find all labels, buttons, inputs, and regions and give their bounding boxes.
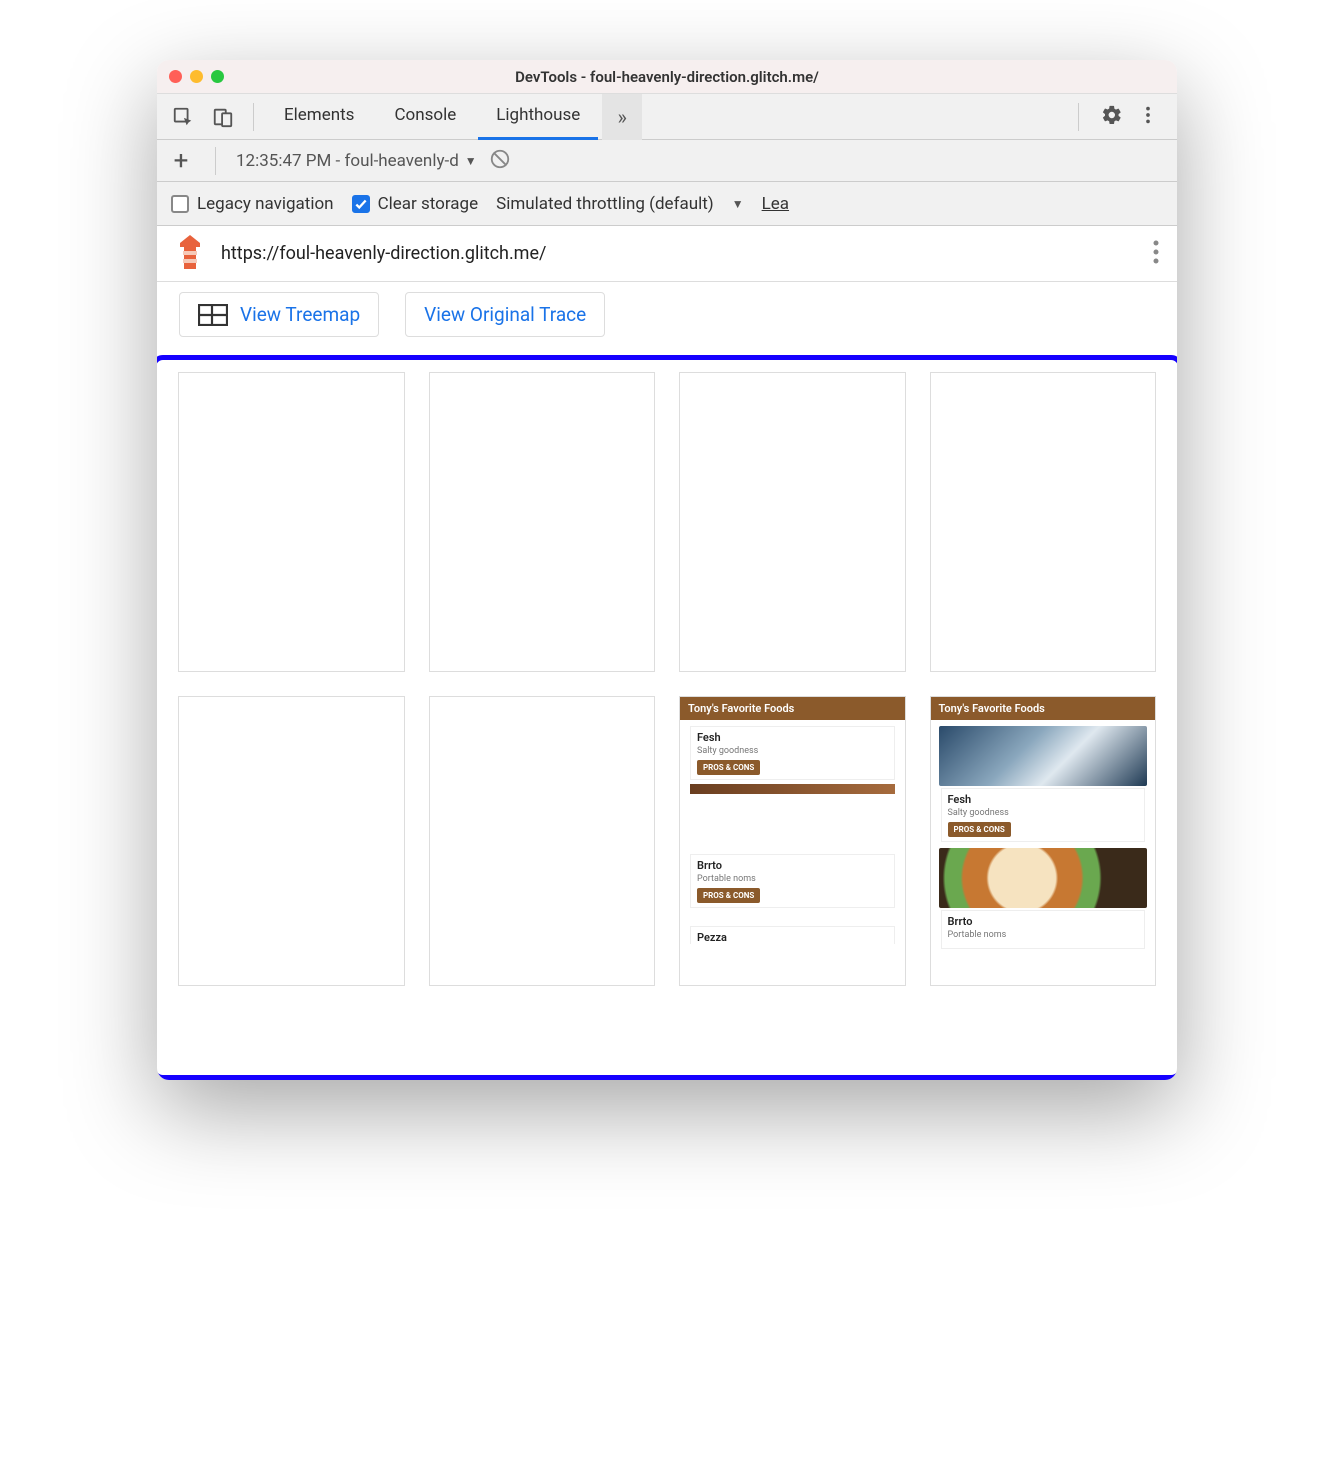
filmstrip-frame-8[interactable]: Tony's Favorite Foods Fesh Salty goodnes… [930, 696, 1157, 986]
inspect-element-icon[interactable] [165, 99, 201, 135]
lighthouse-logo-icon [175, 235, 205, 273]
mini-btn: PROS & CONS [948, 822, 1011, 837]
mini-card: Brrto Portable noms [941, 910, 1146, 949]
learn-more-link[interactable]: Lea [762, 194, 789, 214]
devtools-window: DevTools - foul-heavenly-direction.glitc… [157, 60, 1177, 1080]
legacy-navigation-checkbox[interactable]: Legacy navigation [171, 194, 334, 214]
filmstrip-grid: Tony's Favorite Foods Fesh Salty goodnes… [178, 372, 1156, 986]
window-title: DevTools - foul-heavenly-direction.glitc… [157, 68, 1177, 86]
mini-title: Brrto [697, 859, 888, 872]
lighthouse-options-bar: Legacy navigation Clear storage Simulate… [157, 182, 1177, 226]
mini-card: Fesh Salty goodness PROS & CONS [690, 726, 895, 780]
mini-image-fish [939, 726, 1148, 786]
mini-sub: Portable noms [948, 930, 1139, 940]
lighthouse-session-bar: + 12:35:47 PM - foul-heavenly-d ▼ [157, 140, 1177, 182]
filmstrip-frame-3[interactable] [679, 372, 906, 672]
report-url: https://foul-heavenly-direction.glitch.m… [221, 243, 1137, 264]
mini-card: Fesh Salty goodness PROS & CONS [941, 788, 1146, 842]
mini-sub: Salty goodness [948, 808, 1139, 818]
close-window-button[interactable] [169, 70, 182, 83]
chevron-down-icon: ▼ [465, 154, 477, 168]
view-original-trace-button[interactable]: View Original Trace [405, 292, 605, 337]
tab-lighthouse[interactable]: Lighthouse [478, 94, 598, 140]
view-treemap-button[interactable]: View Treemap [179, 292, 379, 337]
clear-all-icon[interactable] [489, 148, 511, 174]
chevron-down-icon: ▼ [732, 197, 744, 211]
mini-sub: Portable noms [697, 874, 888, 884]
mini-title: Fesh [948, 793, 1139, 806]
kebab-menu-icon[interactable] [1137, 104, 1159, 130]
report-menu-icon[interactable] [1153, 239, 1159, 269]
mini-header: Tony's Favorite Foods [931, 697, 1156, 720]
mini-card: Pezza [690, 926, 895, 944]
new-report-button[interactable]: + [167, 146, 195, 176]
divider [1078, 103, 1079, 131]
device-toolbar-icon[interactable] [205, 99, 241, 135]
divider [215, 147, 216, 175]
mini-sub: Salty goodness [697, 746, 888, 756]
session-select[interactable]: 12:35:47 PM - foul-heavenly-d ▼ [236, 151, 477, 171]
divider [253, 103, 254, 131]
more-tabs-button[interactable]: » [602, 94, 642, 140]
filmstrip-frame-5[interactable] [178, 696, 405, 986]
mini-image-strip [690, 784, 895, 794]
tab-console[interactable]: Console [376, 94, 474, 140]
mini-card: Brrto Portable noms PROS & CONS [690, 854, 895, 908]
mini-header: Tony's Favorite Foods [680, 697, 905, 720]
mini-title: Fesh [697, 731, 888, 744]
devtools-tab-bar: Elements Console Lighthouse » [157, 94, 1177, 140]
mini-image-burrito [939, 848, 1148, 908]
session-label: 12:35:47 PM - foul-heavenly-d [236, 151, 459, 171]
zoom-window-button[interactable] [211, 70, 224, 83]
tab-elements[interactable]: Elements [266, 94, 372, 140]
mini-title: Brrto [948, 915, 1139, 928]
view-treemap-label: View Treemap [240, 303, 360, 326]
filmstrip-frame-4[interactable] [930, 372, 1157, 672]
settings-icon[interactable] [1101, 104, 1123, 130]
filmstrip-frame-2[interactable] [429, 372, 656, 672]
report-action-buttons: View Treemap View Original Trace [157, 282, 1177, 355]
minimize-window-button[interactable] [190, 70, 203, 83]
legacy-navigation-label: Legacy navigation [197, 194, 334, 214]
mini-btn: PROS & CONS [697, 888, 760, 903]
mini-btn: PROS & CONS [697, 760, 760, 775]
mini-title: Pezza [697, 931, 888, 944]
clear-storage-checkbox[interactable]: Clear storage [352, 194, 479, 214]
filmstrip-highlight: Tony's Favorite Foods Fesh Salty goodnes… [157, 355, 1177, 1080]
filmstrip-frame-7[interactable]: Tony's Favorite Foods Fesh Salty goodnes… [679, 696, 906, 986]
filmstrip-frame-1[interactable] [178, 372, 405, 672]
filmstrip-frame-6[interactable] [429, 696, 656, 986]
view-original-trace-label: View Original Trace [424, 303, 586, 326]
report-url-bar: https://foul-heavenly-direction.glitch.m… [157, 226, 1177, 282]
traffic-lights [169, 70, 224, 83]
throttling-label: Simulated throttling (default) [496, 194, 714, 214]
titlebar: DevTools - foul-heavenly-direction.glitc… [157, 60, 1177, 94]
throttling-select[interactable]: Simulated throttling (default) [496, 194, 714, 214]
clear-storage-label: Clear storage [378, 194, 479, 214]
